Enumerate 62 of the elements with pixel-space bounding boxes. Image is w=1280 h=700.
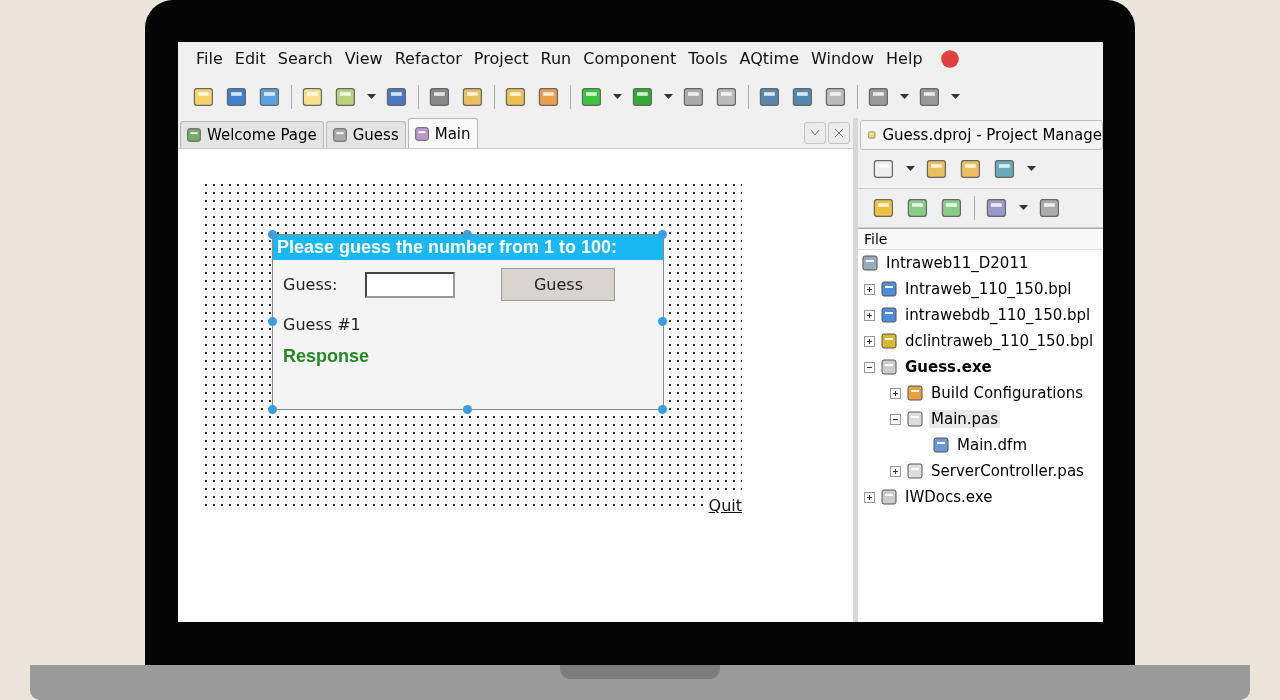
menu-item[interactable]: Component (579, 49, 685, 68)
tree-item[interactable]: dclintraweb_110_150.bpl (903, 332, 1096, 350)
expand-toggle-icon[interactable] (864, 491, 875, 503)
menu-item[interactable]: Tools (684, 49, 736, 68)
caret-icon[interactable] (613, 93, 622, 100)
tree-item[interactable]: Main.dfm (955, 436, 1029, 454)
editor-tab[interactable]: Main (407, 118, 478, 148)
resize-handle[interactable] (268, 317, 277, 326)
menu-item[interactable]: Window (807, 49, 883, 68)
expand-toggle-icon[interactable] (890, 387, 901, 399)
close-icon (834, 128, 844, 138)
caret-icon[interactable] (1019, 205, 1028, 211)
menu-item[interactable]: View (340, 49, 391, 68)
collapse-toggle-icon[interactable] (864, 361, 875, 373)
editor-tab[interactable]: Welcome Page (180, 121, 324, 148)
tree-item[interactable]: intrawebdb_110_150.bpl (903, 306, 1093, 324)
menu-item[interactable]: Run (536, 49, 580, 68)
menu-item[interactable]: Refactor (390, 49, 470, 68)
column-header[interactable]: File (858, 229, 1103, 250)
tree-item[interactable]: Build Configurations (929, 384, 1085, 402)
menu-item[interactable]: Help (882, 49, 931, 68)
resize-handle[interactable] (463, 230, 472, 239)
guess-label: Guess: (283, 275, 338, 294)
close-button[interactable] (828, 122, 850, 144)
resize-handle[interactable] (658, 317, 667, 326)
caret-icon[interactable] (906, 166, 915, 172)
panel-title: Guess.dproj - Project Manage (860, 120, 1103, 150)
guess-counter: Guess #1 (283, 315, 361, 334)
expand-toggle-icon[interactable] (864, 283, 875, 295)
resize-handle[interactable] (658, 230, 667, 239)
quit-link[interactable]: Quit (708, 496, 742, 515)
response-label: Response (283, 346, 370, 367)
caret-icon[interactable] (951, 93, 960, 100)
tree-item[interactable]: Intraweb_110_150.bpl (903, 280, 1074, 298)
editor-tab[interactable]: Guess (325, 121, 406, 148)
collapse-toggle-icon[interactable] (890, 413, 901, 425)
expand-toggle-icon[interactable] (890, 465, 901, 477)
globe-icon[interactable] (938, 47, 961, 70)
menu-item[interactable]: AQtime (735, 49, 807, 68)
caret-icon[interactable] (367, 93, 376, 100)
tree-item[interactable]: Intraweb11_D2011 (884, 254, 1031, 272)
resize-handle[interactable] (268, 405, 277, 414)
menu-item[interactable]: Search (273, 49, 341, 68)
resize-handle[interactable] (268, 230, 277, 239)
resize-handle[interactable] (658, 405, 667, 414)
caret-icon[interactable] (664, 93, 673, 100)
expand-toggle-icon[interactable] (864, 335, 875, 347)
guess-input[interactable] (365, 271, 456, 298)
menu-item[interactable]: File (192, 49, 231, 68)
tree-item[interactable]: ServerController.pas (929, 462, 1086, 480)
tree-item[interactable]: Main.pas (929, 410, 1001, 428)
menu-item[interactable]: Project (469, 49, 537, 68)
resize-handle[interactable] (463, 405, 472, 414)
tree-item[interactable]: IWDocs.exe (903, 488, 995, 506)
expand-toggle-icon[interactable] (864, 309, 875, 321)
caret-icon[interactable] (1027, 166, 1036, 172)
menu-item[interactable]: Edit (230, 49, 274, 68)
form-title: Please guess the number from 1 to 100: (273, 235, 663, 260)
tree-item[interactable]: Guess.exe (903, 358, 994, 376)
guess-button[interactable]: Guess (501, 268, 616, 301)
chevron-icon (810, 129, 820, 137)
caret-icon[interactable] (900, 93, 909, 100)
